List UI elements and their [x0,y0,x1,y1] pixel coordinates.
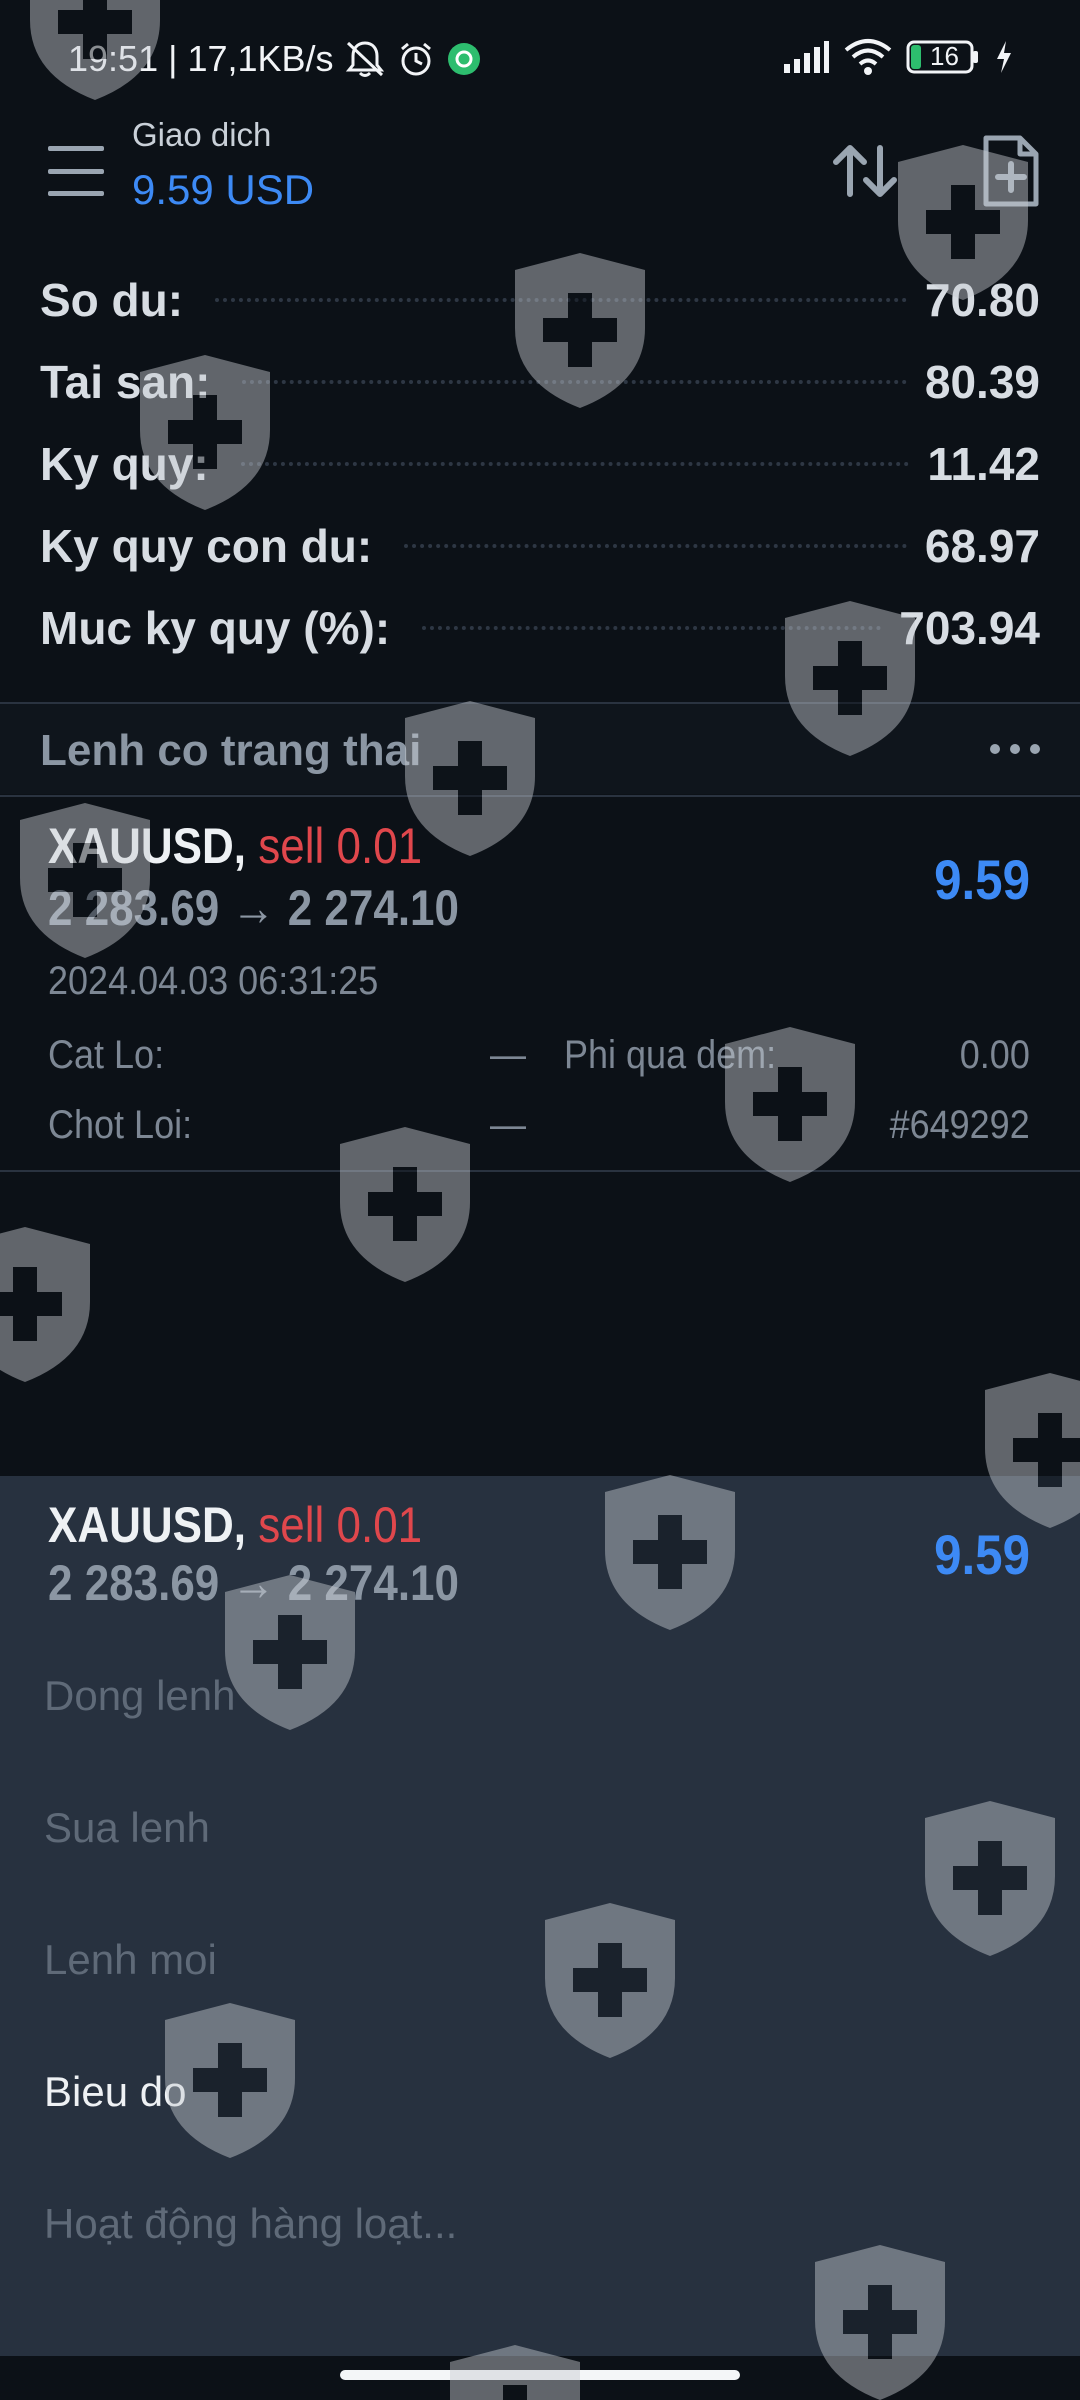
position-profit: 9.59 [934,848,1030,911]
home-indicator[interactable] [340,2370,740,2380]
position-symbol: XAUUSD, [48,818,247,874]
swap-label: Phi qua dem: [564,1033,777,1077]
summary-label: Muc ky quy (%): [40,602,391,654]
divider [0,1170,1080,1172]
position-card[interactable]: XAUUSD, sell 0.01 2 283.69 → 2 274.10 9.… [0,797,1080,1169]
app-bar: Giao dich 9.59 USD [0,110,1080,230]
sheet-profit: 9.59 [934,1523,1030,1586]
signal-icon [782,40,830,74]
summary-label: So du: [40,274,184,326]
position-side: sell 0.01 [258,818,423,874]
sheet-symbol: XAUUSD, [48,1497,247,1553]
dotted-leader [215,298,907,302]
status-right: 16 [782,38,1014,76]
dotted-leader [422,626,882,630]
shield-watermark-icon [0,1227,90,1382]
menu-item-close-order[interactable]: Dong lenh [44,1672,235,1720]
sort-arrows-icon [833,145,897,197]
position-action-sheet: XAUUSD, sell 0.01 2 283.69 → 2 274.10 9.… [0,1476,1080,2356]
menu-item-chart[interactable]: Bieu do [44,2068,186,2116]
summary-value: 80.39 [924,356,1040,408]
charging-icon [994,39,1014,75]
summary-value: 68.97 [924,520,1040,572]
page-title: Giao dich [132,116,272,153]
add-document-icon [983,135,1039,207]
menu-button[interactable] [48,146,104,196]
app-notification-icon [446,41,482,77]
positions-section-header: Lenh co trang thai [0,704,1080,794]
summary-label: Ky quy: [40,438,209,490]
new-order-button[interactable] [976,134,1046,208]
sheet-side: sell 0.01 [258,1497,423,1553]
summary-row-margin-level: Muc ky quy (%): 703.94 [40,598,1040,658]
battery-icon: 16 [906,39,980,75]
dotted-leader [240,462,910,466]
take-profit-value: — [490,1103,526,1147]
more-options-button[interactable] [990,734,1040,764]
dotted-leader [404,544,907,548]
notifications-off-icon [344,39,386,79]
menu-item-new-order[interactable]: Lenh moi [44,1936,217,1984]
more-dot [1010,744,1020,754]
section-title: Lenh co trang thai [40,726,422,775]
sort-button[interactable] [828,134,902,208]
status-time-speed: 19:51 | 17,1KB/s [68,38,334,79]
position-open-time: 2024.04.03 06:31:25 [48,959,379,1003]
menu-icon-line [48,191,104,196]
alarm-icon [396,39,436,79]
stop-loss-value: — [490,1033,526,1077]
summary-row-free-margin: Ky quy con du: 68.97 [40,516,1040,576]
take-profit-label: Chot Loi: [48,1103,193,1147]
status-left: 19:51 | 17,1KB/s [68,38,482,80]
stop-loss-label: Cat Lo: [48,1033,165,1077]
position-prices: 2 283.69 → 2 274.10 [48,880,460,936]
menu-icon-line [48,146,104,151]
trade-screen: 19:51 | 17,1KB/s 16 Giao dich 9.59 USD S… [0,0,1080,2400]
sheet-symbol-line: XAUUSD, sell 0.01 [48,1496,422,1554]
summary-value: 70.80 [924,274,1040,326]
summary-value: 11.42 [927,438,1040,490]
status-bar: 19:51 | 17,1KB/s 16 [0,0,1080,120]
more-dot [1030,744,1040,754]
summary-label: Ky quy con du: [40,520,373,572]
menu-item-modify-order[interactable]: Sua lenh [44,1804,210,1852]
summary-row-balance: So du: 70.80 [40,270,1040,330]
battery-level: 16 [930,41,959,71]
summary-row-equity: Tai san: 80.39 [40,352,1040,412]
position-symbol-line: XAUUSD, sell 0.01 [48,817,422,875]
position-ticket: #649292 [889,1103,1030,1147]
menu-item-bulk-operations[interactable]: Hoạt động hàng loạt... [44,2200,457,2248]
more-dot [990,744,1000,754]
summary-value: 703.94 [899,602,1040,654]
dotted-leader [242,380,907,384]
sheet-prices: 2 283.69 → 2 274.10 [48,1555,460,1611]
wifi-icon [844,38,892,76]
summary-row-margin: Ky quy: 11.42 [40,434,1040,494]
header-balance: 9.59 USD [132,166,315,213]
swap-value: 0.00 [959,1033,1030,1077]
summary-label: Tai san: [40,356,211,408]
menu-icon-line [48,168,104,174]
